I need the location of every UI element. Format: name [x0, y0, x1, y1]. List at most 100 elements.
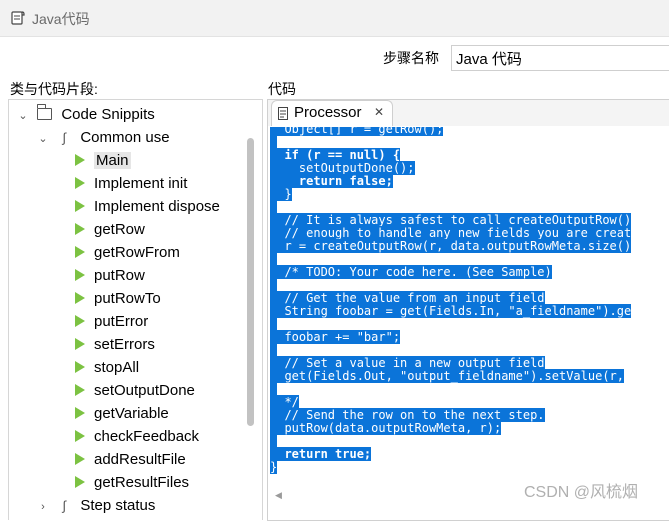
script-file-icon [278, 107, 288, 120]
snippets-tree[interactable]: ⌄ Code Snippits ⌄ ∫ Common use Main Impl… [8, 99, 263, 520]
editor-tab-strip: Processor ✕ [268, 100, 669, 126]
watermark: CSDN @风梳烟 [524, 484, 639, 501]
tree-group-label: Step status [80, 497, 156, 514]
tree-item-implement-init[interactable]: Implement init [75, 173, 187, 195]
code-line: putRow(data.outputRowMeta, r); [270, 421, 502, 435]
code-line: get(Fields.Out, "output_fieldname").setV… [270, 369, 625, 383]
tree-item-puterror[interactable]: putError [75, 311, 148, 333]
tree-item-main[interactable]: Main [75, 150, 131, 172]
tree-item-label: getRowFrom [94, 244, 180, 261]
snippet-play-icon [75, 453, 85, 465]
tree-item-label: Main [94, 152, 131, 169]
code-editor[interactable]: Object[] r = getRow(); if (r == null) { … [270, 127, 669, 487]
tree-item-stopall[interactable]: stopAll [75, 357, 139, 379]
code-line: r = createOutputRow(r, data.outputRowMet… [270, 239, 632, 253]
code-line-text: String foobar = get(Fields.In, "a_fieldn… [270, 304, 632, 318]
tree-item-putrowto[interactable]: putRowTo [75, 288, 161, 310]
step-name-label: 步骤名称 [383, 50, 439, 66]
snippet-play-icon [75, 315, 85, 327]
code-panel-header: 代码 [268, 81, 296, 97]
tree-group-step-status[interactable]: › ∫ Step status [37, 495, 155, 517]
tab-processor[interactable]: Processor ✕ [271, 100, 393, 126]
code-line: String foobar = get(Fields.In, "a_fieldn… [270, 304, 632, 318]
tree-item-label: putRowTo [94, 290, 161, 307]
tree-item-putrow[interactable]: putRow [75, 265, 145, 287]
snippet-play-icon [75, 269, 85, 281]
tree-item-label: getRow [94, 221, 145, 238]
code-line-text: Object[] r = getRow(); [270, 127, 444, 136]
code-line-text: return false; [270, 174, 393, 188]
tree-item-label: Implement init [94, 175, 188, 192]
code-line-text: setOutputDone(); [270, 161, 415, 175]
code-line: foobar += "bar"; [270, 330, 401, 344]
code-line-text: r = createOutputRow(r, data.outputRowMet… [270, 239, 632, 253]
paperclip-icon: ∫ [62, 498, 66, 513]
window-title: Java代码 [32, 11, 90, 27]
code-line-text [270, 252, 278, 266]
tree-group-label: Common use [80, 129, 170, 146]
tree-item-getvariable[interactable]: getVariable [75, 403, 169, 425]
tree-group-common-use[interactable]: ⌄ ∫ Common use [37, 127, 170, 150]
code-line: Object[] r = getRow(); [270, 127, 444, 136]
tree-item-getrowfrom[interactable]: getRowFrom [75, 242, 180, 264]
tree-item-getrow[interactable]: getRow [75, 219, 145, 241]
tree-root-code-snippits[interactable]: ⌄ Code Snippits [17, 104, 155, 126]
tab-label: Processor [294, 104, 362, 121]
tree-item-label: setOutputDone [94, 382, 195, 399]
snippet-play-icon [75, 384, 85, 396]
tree-item-setoutputdone[interactable]: setOutputDone [75, 380, 195, 402]
code-line: return true; [270, 447, 372, 461]
tree-item-label: putError [94, 313, 149, 330]
code-line-text [270, 382, 278, 396]
code-line-text: // enough to handle any new fields you a… [270, 226, 632, 240]
snippet-play-icon [75, 246, 85, 258]
chevron-down-icon[interactable]: ⌄ [17, 105, 29, 127]
chevron-right-icon[interactable]: › [37, 496, 49, 518]
code-line-text [270, 135, 278, 149]
code-line-text [270, 317, 278, 331]
tree-item-seterrors[interactable]: setErrors [75, 334, 155, 356]
tree-item-checkfeedback[interactable]: checkFeedback [75, 426, 199, 448]
code-line-text [270, 434, 278, 448]
tree-scrollbar[interactable] [247, 138, 255, 438]
tree-item-label: stopAll [94, 359, 140, 376]
code-line-text: } [270, 460, 278, 474]
snippet-play-icon [75, 154, 85, 166]
snippet-play-icon [75, 407, 85, 419]
code-line-text: return true; [270, 447, 372, 461]
tree-item-getresultfiles[interactable]: getResultFiles [75, 472, 189, 494]
tree-scrollbar-thumb[interactable] [247, 138, 254, 426]
step-name-input[interactable] [451, 45, 669, 71]
code-line-text: /* TODO: Your code here. (See Sample) [270, 265, 552, 279]
tree-item-label: Implement dispose [94, 198, 220, 215]
tree-root-label: Code Snippits [61, 106, 155, 123]
snippet-play-icon [75, 292, 85, 304]
code-line: } [270, 460, 278, 474]
tree-item-implement-dispose[interactable]: Implement dispose [75, 196, 220, 218]
snippet-play-icon [75, 223, 85, 235]
code-line-text: // Get the value from an input field [270, 291, 545, 305]
tree-item-label: getResultFiles [94, 474, 190, 491]
code-line-text: // Send the row on to the next step. [270, 408, 545, 422]
snippet-play-icon [75, 200, 85, 212]
snippet-play-icon [75, 177, 85, 189]
code-line-text: if (r == null) { [270, 148, 401, 162]
close-icon[interactable]: ✕ [374, 105, 384, 119]
title-bar: Java代码 [0, 0, 669, 37]
snippet-play-icon [75, 476, 85, 488]
code-line-text [270, 278, 278, 292]
scroll-left-icon[interactable]: ◀ [275, 490, 282, 501]
code-editor-panel: Processor ✕ Object[] r = getRow(); if (r… [267, 99, 669, 521]
tree-item-addresultfile[interactable]: addResultFile [75, 449, 186, 471]
code-line-text: // Set a value in a new output field [270, 356, 545, 370]
folder-icon [36, 104, 53, 120]
code-line-text: get(Fields.Out, "output_fieldname").setV… [270, 369, 625, 383]
code-line-text: putRow(data.outputRowMeta, r); [270, 421, 502, 435]
code-line-text: */ [270, 395, 299, 409]
tree-item-label: putRow [94, 267, 145, 284]
code-line-text [270, 343, 278, 357]
chevron-down-icon[interactable]: ⌄ [37, 128, 49, 150]
code-line: /* TODO: Your code here. (See Sample) [270, 265, 552, 279]
snippets-panel-header: 类与代码片段: [10, 81, 98, 97]
code-line-text: } [270, 187, 292, 201]
